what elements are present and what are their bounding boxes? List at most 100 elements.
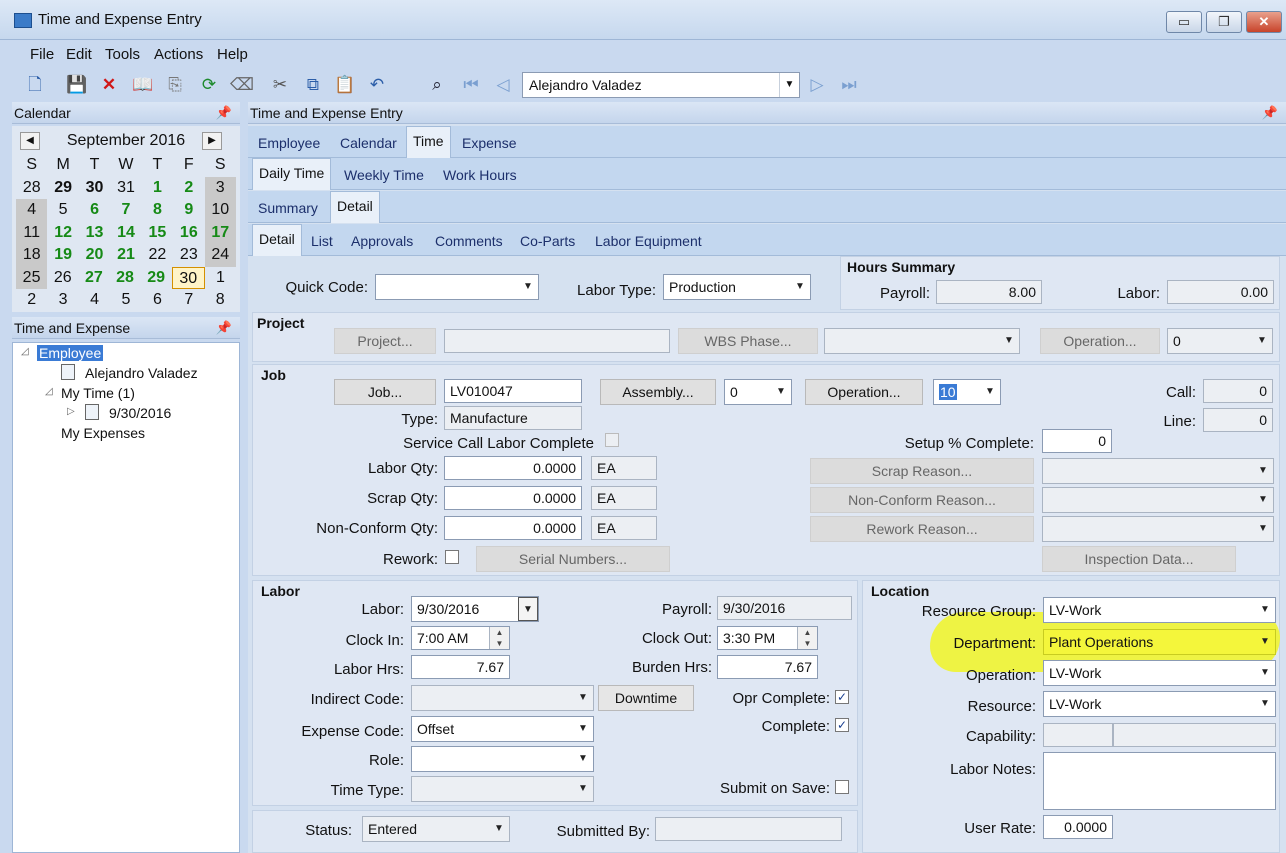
tab-detail-sub[interactable]: Detail [252, 224, 302, 256]
calendar-day[interactable]: 18 [16, 244, 48, 267]
department-select[interactable]: Plant Operations ▼ [1043, 629, 1276, 655]
calendar-day[interactable]: 3 [204, 176, 236, 199]
resource-select[interactable]: LV-Work ▼ [1043, 691, 1276, 717]
calendar-day[interactable]: 6 [79, 199, 110, 222]
labor-hrs-field[interactable]: 7.67 [411, 655, 510, 679]
user-rate-field[interactable]: 0.0000 [1043, 815, 1113, 839]
menu-edit[interactable]: Edit [66, 46, 92, 63]
project-operation-button[interactable]: Operation... [1040, 328, 1160, 354]
last-record-icon[interactable]: ⏭ [838, 74, 860, 96]
prev-record-icon[interactable]: ◁ [492, 74, 514, 96]
tab-calendar[interactable]: Calendar [334, 132, 403, 158]
calendar-day[interactable]: 4 [16, 199, 48, 222]
copy-icon[interactable]: ⧉ [302, 74, 324, 96]
tab-time[interactable]: Time [406, 126, 451, 158]
tab-expense[interactable]: Expense [456, 132, 522, 158]
role-select[interactable]: ▼ [411, 746, 594, 772]
downtime-button[interactable]: Downtime [598, 685, 694, 711]
clock-out-field[interactable]: 3:30 PM ▲ ▼ [717, 626, 818, 650]
quick-code-select[interactable]: ▼ [375, 274, 539, 300]
calendar-day[interactable]: 5 [110, 289, 141, 312]
setup-complete-field[interactable]: 0 [1042, 429, 1112, 453]
collapse-icon[interactable]: ◿ [21, 346, 29, 357]
calendar-day[interactable]: 8 [142, 199, 173, 222]
expense-code-select[interactable]: Offset ▼ [411, 716, 594, 742]
calendar-day[interactable]: 8 [205, 289, 236, 312]
calendar-day[interactable]: 7 [173, 289, 204, 312]
calendar-day[interactable]: 23 [173, 244, 204, 267]
first-record-icon[interactable]: ⏮ [460, 74, 482, 96]
eraser-icon[interactable]: ⌫ [230, 74, 254, 96]
menu-actions[interactable]: Actions [154, 46, 203, 63]
tab-daily-time[interactable]: Daily Time [252, 158, 332, 190]
rework-reason-button[interactable]: Rework Reason... [810, 516, 1034, 542]
spinner-icon[interactable]: ▲ ▼ [797, 627, 817, 649]
refresh-icon[interactable]: ⟳ [198, 74, 220, 96]
menu-tools[interactable]: Tools [105, 46, 140, 63]
inspection-data-button[interactable]: Inspection Data... [1042, 546, 1236, 572]
calendar-day-selected[interactable]: 30 [171, 266, 205, 289]
restore-button[interactable]: ❐ [1206, 11, 1242, 33]
calendar-day[interactable]: 19 [47, 244, 78, 267]
project-operation-select[interactable]: 0 ▼ [1167, 328, 1273, 354]
project-button[interactable]: Project... [334, 328, 436, 354]
calendar-day[interactable]: 9 [173, 199, 204, 222]
calendar-day[interactable]: 7 [110, 199, 141, 222]
calendar-day[interactable]: 13 [79, 222, 110, 245]
job-operation-button[interactable]: Operation... [805, 379, 923, 405]
serial-numbers-button[interactable]: Serial Numbers... [476, 546, 670, 572]
time-type-select[interactable]: ▼ [411, 776, 594, 802]
tab-work-hours[interactable]: Work Hours [437, 164, 523, 190]
next-record-icon[interactable]: ▷ [806, 74, 828, 96]
calendar-day[interactable]: 3 [47, 289, 78, 312]
calendar-day[interactable]: 28 [16, 177, 47, 200]
calendar-day[interactable]: 29 [141, 267, 172, 290]
save-icon[interactable]: 💾 [66, 74, 88, 96]
tab-employee[interactable]: Employee [252, 132, 326, 158]
minimize-button[interactable]: ▭ [1166, 11, 1202, 33]
burden-hrs-field[interactable]: 7.67 [717, 655, 818, 679]
submit-on-save-checkbox[interactable] [835, 780, 849, 794]
status-select[interactable]: Entered ▼ [362, 816, 510, 842]
calendar-day[interactable]: 30 [79, 177, 110, 200]
tree-node-employee[interactable]: Employee [37, 345, 104, 361]
wbs-phase-select[interactable]: ▼ [824, 328, 1020, 354]
tab-co-parts[interactable]: Co-Parts [514, 230, 581, 256]
prev-month-button[interactable]: ◀ [20, 132, 40, 150]
close-button[interactable]: ✕ [1246, 11, 1282, 33]
calendar-day[interactable]: 25 [16, 266, 48, 289]
employee-selector[interactable]: Alejandro Valadez ▼ [522, 72, 800, 98]
calendar-day[interactable]: 6 [142, 289, 173, 312]
menu-file[interactable]: File [30, 46, 54, 63]
tab-approvals[interactable]: Approvals [345, 230, 419, 256]
labor-date-field[interactable]: 9/30/2016 ▼ [411, 596, 539, 622]
pin-icon[interactable]: 📌 [1262, 102, 1278, 124]
tree-node-date[interactable]: 9/30/2016 [109, 405, 171, 421]
tab-comments[interactable]: Comments [429, 230, 509, 256]
binoculars-icon[interactable]: ⌕ [426, 74, 448, 96]
new-icon[interactable]: 🗋 [24, 74, 46, 96]
indirect-code-select[interactable]: ▼ [411, 685, 594, 711]
calendar-day[interactable]: 20 [79, 244, 110, 267]
clock-in-field[interactable]: 7:00 AM ▲ ▼ [411, 626, 510, 650]
calendar-day[interactable]: 12 [47, 222, 78, 245]
calendar-day[interactable]: 2 [16, 289, 47, 312]
collapse-icon[interactable]: ◿ [45, 386, 53, 397]
tree-node-my-time[interactable]: My Time (1) [61, 385, 135, 401]
nonconform-qty-field[interactable]: 0.0000 [444, 516, 582, 540]
resource-group-select[interactable]: LV-Work ▼ [1043, 597, 1276, 623]
calendar-day[interactable]: 29 [47, 177, 78, 200]
tab-summary[interactable]: Summary [252, 197, 324, 223]
job-field[interactable]: LV010047 [444, 379, 582, 403]
calendar-day[interactable]: 1 [142, 177, 173, 200]
calendar-day[interactable]: 27 [78, 267, 109, 290]
tab-detail[interactable]: Detail [330, 191, 380, 223]
scrap-reason-select[interactable]: ▼ [1042, 458, 1274, 484]
service-call-checkbox[interactable] [605, 433, 619, 447]
calendar-day[interactable]: 24 [204, 244, 236, 267]
menu-help[interactable]: Help [217, 46, 248, 63]
tree-node-my-expenses[interactable]: My Expenses [61, 425, 145, 441]
calendar-day[interactable]: 16 [173, 222, 204, 245]
calendar-day[interactable]: 4 [79, 289, 110, 312]
calendar-day[interactable]: 22 [142, 244, 173, 267]
